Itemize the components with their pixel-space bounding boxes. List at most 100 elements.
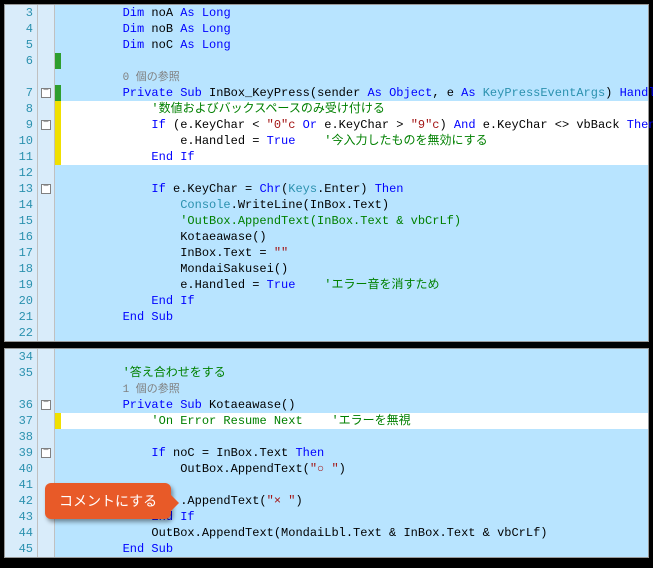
fold-toggle bbox=[38, 413, 55, 429]
code-text[interactable]: Dim noC As Long bbox=[61, 37, 648, 53]
fold-toggle bbox=[38, 245, 55, 261]
code-line[interactable]: 9 If (e.KeyChar < "0"c Or e.KeyChar > "9… bbox=[5, 117, 648, 133]
line-number: 17 bbox=[5, 245, 38, 261]
code-text[interactable]: 'OutBox.AppendText(InBox.Text & vbCrLf) bbox=[61, 213, 648, 229]
code-line[interactable]: 8 '数値およびバックスペースのみ受け付ける bbox=[5, 101, 648, 117]
code-line[interactable]: 13 If e.KeyChar = Chr(Keys.Enter) Then bbox=[5, 181, 648, 197]
fold-toggle bbox=[38, 53, 55, 69]
code-line[interactable]: 15 'OutBox.AppendText(InBox.Text & vbCrL… bbox=[5, 213, 648, 229]
line-number: 14 bbox=[5, 197, 38, 213]
code-line[interactable]: 5 Dim noC As Long bbox=[5, 37, 648, 53]
callout-text: コメントにする bbox=[59, 493, 157, 509]
line-number: 13 bbox=[5, 181, 38, 197]
fold-toggle[interactable] bbox=[38, 445, 55, 461]
line-number: 9 bbox=[5, 117, 38, 133]
fold-toggle bbox=[38, 429, 55, 445]
code-line[interactable]: 36 Private Sub Kotaeawase() bbox=[5, 397, 648, 413]
code-text[interactable]: e.Handled = True '今入力したものを無効にする bbox=[61, 133, 648, 149]
fold-toggle bbox=[38, 461, 55, 477]
code-line[interactable]: 3 Dim noA As Long bbox=[5, 5, 648, 21]
code-line[interactable]: 1 個の参照 bbox=[5, 381, 648, 397]
code-editor-pane-top[interactable]: 3 Dim noA As Long4 Dim noB As Long5 Dim … bbox=[4, 4, 649, 342]
code-line[interactable]: 22 bbox=[5, 325, 648, 341]
code-line[interactable]: 6 bbox=[5, 53, 648, 69]
line-number: 39 bbox=[5, 445, 38, 461]
code-text[interactable]: MondaiSakusei() bbox=[61, 261, 648, 277]
code-text[interactable]: If (e.KeyChar < "0"c Or e.KeyChar > "9"c… bbox=[61, 117, 653, 133]
fold-toggle[interactable] bbox=[38, 85, 55, 101]
line-number: 10 bbox=[5, 133, 38, 149]
code-line[interactable]: 38 bbox=[5, 429, 648, 445]
code-text[interactable] bbox=[61, 53, 648, 69]
line-number bbox=[5, 69, 38, 85]
code-line[interactable]: 12 bbox=[5, 165, 648, 181]
line-number: 20 bbox=[5, 293, 38, 309]
code-text[interactable]: OutBox.AppendText(MondaiLbl.Text & InBox… bbox=[61, 525, 648, 541]
line-number: 11 bbox=[5, 149, 38, 165]
code-text[interactable] bbox=[61, 349, 648, 365]
code-text[interactable]: If noC = InBox.Text Then bbox=[61, 445, 648, 461]
code-text[interactable]: If e.KeyChar = Chr(Keys.Enter) Then bbox=[61, 181, 648, 197]
code-line[interactable]: 14 Console.WriteLine(InBox.Text) bbox=[5, 197, 648, 213]
code-line[interactable]: 18 MondaiSakusei() bbox=[5, 261, 648, 277]
fold-toggle bbox=[38, 133, 55, 149]
fold-toggle bbox=[38, 213, 55, 229]
line-number: 41 bbox=[5, 477, 38, 493]
code-line[interactable]: 37 'On Error Resume Next 'エラーを無視 bbox=[5, 413, 648, 429]
code-text[interactable]: '答え合わせをする bbox=[61, 365, 648, 381]
code-line[interactable]: 19 e.Handled = True 'エラー音を消すため bbox=[5, 277, 648, 293]
code-line[interactable]: 10 e.Handled = True '今入力したものを無効にする bbox=[5, 133, 648, 149]
code-text[interactable]: 1 個の参照 bbox=[61, 381, 648, 397]
code-text[interactable]: End If bbox=[61, 149, 648, 165]
code-text[interactable]: Dim noA As Long bbox=[61, 5, 648, 21]
code-line[interactable]: 0 個の参照 bbox=[5, 69, 648, 85]
fold-toggle bbox=[38, 69, 55, 85]
code-text[interactable]: 0 個の参照 bbox=[61, 69, 648, 85]
code-line[interactable]: 17 InBox.Text = "" bbox=[5, 245, 648, 261]
code-line[interactable]: 34 bbox=[5, 349, 648, 365]
code-line[interactable]: 4 Dim noB As Long bbox=[5, 21, 648, 37]
code-line[interactable]: 16 Kotaeawase() bbox=[5, 229, 648, 245]
fold-toggle[interactable] bbox=[38, 181, 55, 197]
line-number: 36 bbox=[5, 397, 38, 413]
code-text[interactable]: e.Handled = True 'エラー音を消すため bbox=[61, 277, 648, 293]
code-text[interactable]: End If bbox=[61, 293, 648, 309]
code-line[interactable]: 45 End Sub bbox=[5, 541, 648, 557]
fold-toggle[interactable] bbox=[38, 117, 55, 133]
fold-toggle bbox=[38, 229, 55, 245]
code-text[interactable] bbox=[61, 429, 648, 445]
line-number: 8 bbox=[5, 101, 38, 117]
fold-toggle bbox=[38, 381, 55, 397]
code-line[interactable]: 11 End If bbox=[5, 149, 648, 165]
code-text[interactable] bbox=[61, 165, 648, 181]
code-text[interactable]: Kotaeawase() bbox=[61, 229, 648, 245]
line-number: 22 bbox=[5, 325, 38, 341]
code-text[interactable]: '数値およびバックスペースのみ受け付ける bbox=[61, 101, 648, 117]
fold-toggle bbox=[38, 541, 55, 557]
code-text[interactable] bbox=[61, 325, 648, 341]
code-editor-pane-bottom[interactable]: コメントにする 3435 '答え合わせをする 1 個の参照36 Private … bbox=[4, 348, 649, 558]
code-text[interactable]: Private Sub Kotaeawase() bbox=[61, 397, 648, 413]
fold-toggle[interactable] bbox=[38, 397, 55, 413]
code-text[interactable]: Console.WriteLine(InBox.Text) bbox=[61, 197, 648, 213]
code-line[interactable]: 39 If noC = InBox.Text Then bbox=[5, 445, 648, 461]
line-number: 5 bbox=[5, 37, 38, 53]
code-text[interactable]: 'On Error Resume Next 'エラーを無視 bbox=[61, 413, 648, 429]
line-number: 44 bbox=[5, 525, 38, 541]
code-text[interactable]: End Sub bbox=[61, 541, 648, 557]
code-line[interactable]: 7 Private Sub InBox_KeyPress(sender As O… bbox=[5, 85, 648, 101]
code-text[interactable]: InBox.Text = "" bbox=[61, 245, 648, 261]
code-text[interactable]: Private Sub InBox_KeyPress(sender As Obj… bbox=[61, 85, 653, 101]
code-text[interactable]: OutBox.AppendText("○ ") bbox=[61, 461, 648, 477]
line-number: 43 bbox=[5, 509, 38, 525]
fold-toggle bbox=[38, 325, 55, 341]
line-number: 6 bbox=[5, 53, 38, 69]
code-text[interactable]: End Sub bbox=[61, 309, 648, 325]
code-text[interactable]: Dim noB As Long bbox=[61, 21, 648, 37]
code-line[interactable]: 21 End Sub bbox=[5, 309, 648, 325]
code-line[interactable]: 35 '答え合わせをする bbox=[5, 365, 648, 381]
code-line[interactable]: 44 OutBox.AppendText(MondaiLbl.Text & In… bbox=[5, 525, 648, 541]
line-number: 16 bbox=[5, 229, 38, 245]
code-line[interactable]: 40 OutBox.AppendText("○ ") bbox=[5, 461, 648, 477]
code-line[interactable]: 20 End If bbox=[5, 293, 648, 309]
